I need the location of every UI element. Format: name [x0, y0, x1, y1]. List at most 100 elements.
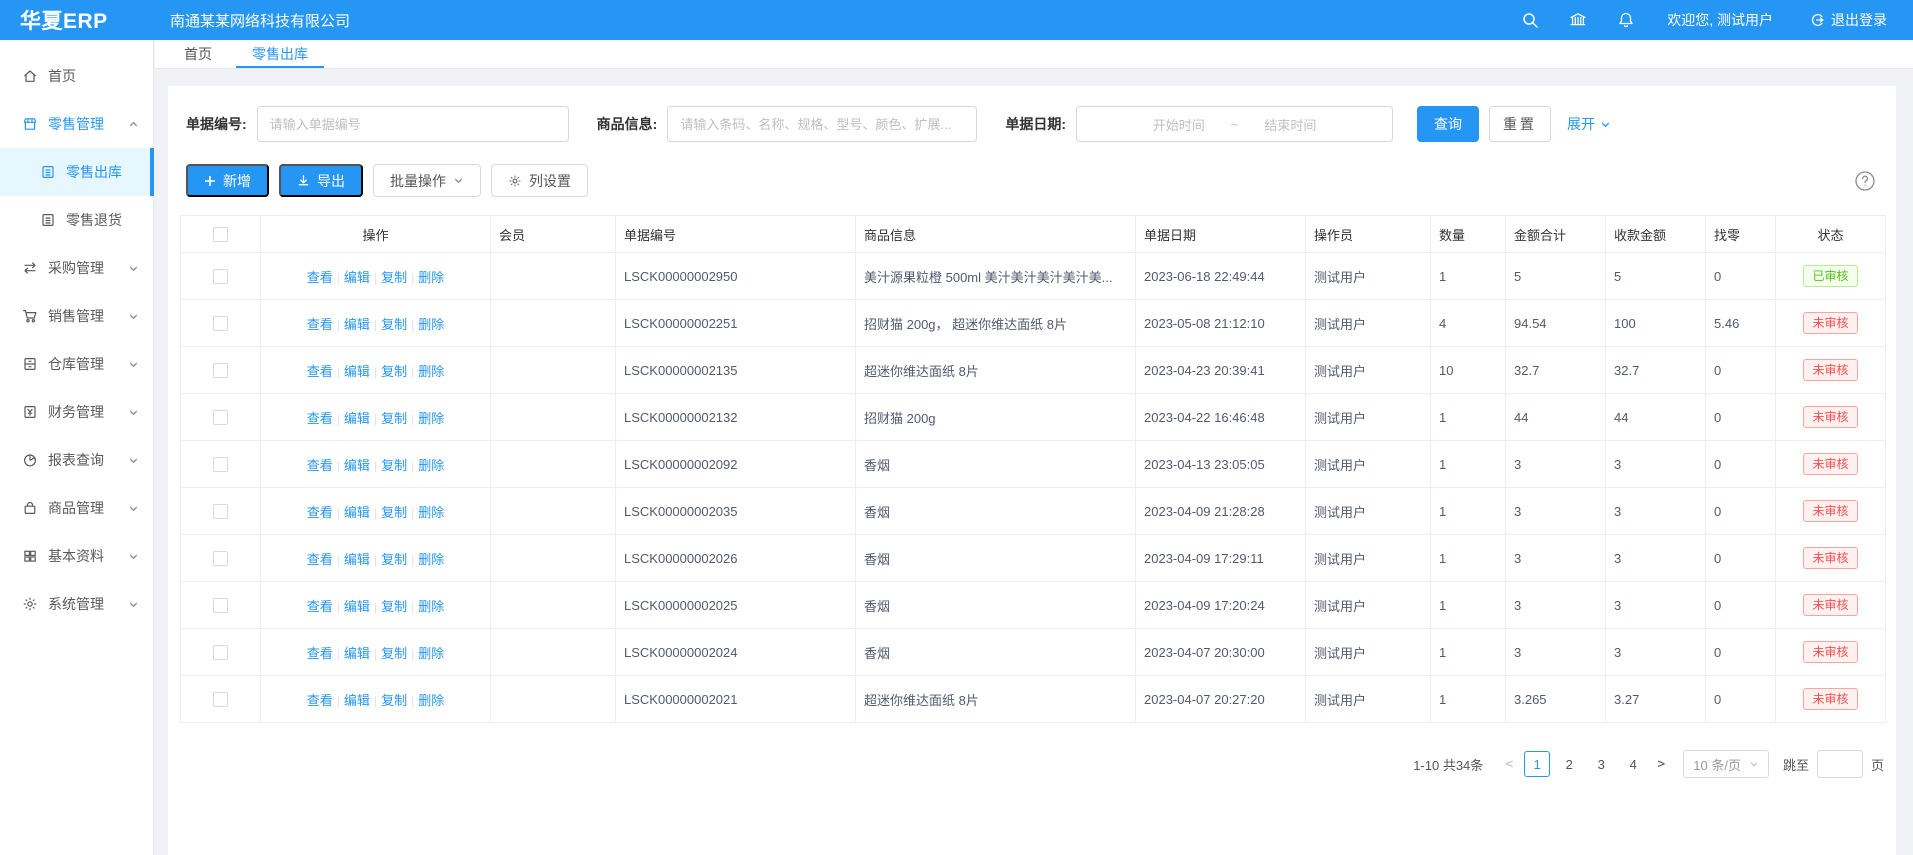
- copy-link[interactable]: 复制: [381, 270, 407, 285]
- bank-icon[interactable]: [1569, 11, 1587, 29]
- date-cell: 2023-04-09 17:20:24: [1136, 582, 1306, 629]
- page-button-2[interactable]: 2: [1556, 751, 1582, 777]
- copy-link[interactable]: 复制: [381, 505, 407, 520]
- copy-link[interactable]: 复制: [381, 552, 407, 567]
- view-link[interactable]: 查看: [307, 505, 333, 520]
- search-button[interactable]: 查询: [1417, 106, 1479, 142]
- edit-link[interactable]: 编辑: [344, 552, 370, 567]
- page-button-1[interactable]: 1: [1524, 751, 1550, 777]
- edit-link[interactable]: 编辑: [344, 599, 370, 614]
- delete-link[interactable]: 删除: [418, 646, 444, 661]
- logout-button[interactable]: 退出登录: [1809, 10, 1887, 30]
- export-button[interactable]: 导出: [279, 164, 363, 197]
- sidebar-item-label: 基本资料: [48, 546, 104, 566]
- edit-link[interactable]: 编辑: [344, 646, 370, 661]
- view-link[interactable]: 查看: [307, 411, 333, 426]
- page-button-4[interactable]: 4: [1620, 751, 1646, 777]
- sidebar-item-goods-management[interactable]: 商品管理: [0, 484, 153, 532]
- bell-icon[interactable]: [1617, 11, 1635, 29]
- order-no-input[interactable]: [257, 106, 569, 142]
- delete-link[interactable]: 删除: [418, 599, 444, 614]
- delete-link[interactable]: 删除: [418, 505, 444, 520]
- copy-link[interactable]: 复制: [381, 411, 407, 426]
- row-checkbox[interactable]: [213, 457, 228, 472]
- row-checkbox[interactable]: [213, 692, 228, 707]
- view-link[interactable]: 查看: [307, 317, 333, 332]
- tab-home[interactable]: 首页: [184, 40, 212, 68]
- sidebar-item-purchase-management[interactable]: 采购管理: [0, 244, 153, 292]
- row-checkbox[interactable]: [213, 551, 228, 566]
- sidebar-item-home[interactable]: 首页: [0, 52, 153, 100]
- row-checkbox[interactable]: [213, 410, 228, 425]
- view-link[interactable]: 查看: [307, 552, 333, 567]
- order-no-cell: LSCK00000002251: [616, 300, 856, 347]
- column-header: 操作员: [1306, 216, 1431, 253]
- delete-link[interactable]: 删除: [418, 317, 444, 332]
- operator-cell: 测试用户: [1306, 300, 1431, 347]
- operator-cell: 测试用户: [1306, 253, 1431, 300]
- export-label: 导出: [317, 171, 345, 191]
- delete-link[interactable]: 删除: [418, 693, 444, 708]
- copy-link[interactable]: 复制: [381, 646, 407, 661]
- page-size-select[interactable]: 10 条/页: [1683, 750, 1769, 778]
- product-cell: 香烟: [856, 535, 1136, 582]
- view-link[interactable]: 查看: [307, 458, 333, 473]
- delete-link[interactable]: 删除: [418, 411, 444, 426]
- reset-button[interactable]: 重置: [1489, 106, 1551, 142]
- copy-link[interactable]: 复制: [381, 458, 407, 473]
- edit-link[interactable]: 编辑: [344, 317, 370, 332]
- next-page-arrow[interactable]: >: [1649, 752, 1673, 776]
- help-icon[interactable]: [1854, 170, 1876, 192]
- copy-link[interactable]: 复制: [381, 317, 407, 332]
- batch-actions-button[interactable]: 批量操作: [373, 164, 481, 197]
- expand-link[interactable]: 展开: [1567, 114, 1611, 134]
- tab-retail-outbound[interactable]: 零售出库: [252, 40, 308, 68]
- row-checkbox[interactable]: [213, 269, 228, 284]
- order-no-cell: LSCK00000002135: [616, 347, 856, 394]
- copy-link[interactable]: 复制: [381, 599, 407, 614]
- prev-page-arrow[interactable]: <: [1497, 752, 1521, 776]
- delete-link[interactable]: 删除: [418, 552, 444, 567]
- view-link[interactable]: 查看: [307, 364, 333, 379]
- edit-link[interactable]: 编辑: [344, 458, 370, 473]
- delete-link[interactable]: 删除: [418, 364, 444, 379]
- edit-link[interactable]: 编辑: [344, 411, 370, 426]
- view-link[interactable]: 查看: [307, 270, 333, 285]
- edit-link[interactable]: 编辑: [344, 505, 370, 520]
- page-button-3[interactable]: 3: [1588, 751, 1614, 777]
- sidebar-item-system-management[interactable]: 系统管理: [0, 580, 153, 628]
- search-icon[interactable]: [1521, 11, 1539, 29]
- status-badge: 未审核: [1803, 641, 1857, 663]
- sidebar-item-retail-management[interactable]: 零售管理: [0, 100, 153, 148]
- row-checkbox[interactable]: [213, 598, 228, 613]
- select-all-checkbox[interactable]: [213, 227, 228, 242]
- edit-link[interactable]: 编辑: [344, 270, 370, 285]
- date-range-picker[interactable]: 开始时间 ~ 结束时间: [1076, 106, 1393, 142]
- view-link[interactable]: 查看: [307, 693, 333, 708]
- sidebar-item-retail-return[interactable]: 零售退货: [0, 196, 153, 244]
- sidebar-item-finance-management[interactable]: 财务管理: [0, 388, 153, 436]
- column-settings-button[interactable]: 列设置: [491, 164, 588, 197]
- edit-link[interactable]: 编辑: [344, 364, 370, 379]
- delete-link[interactable]: 删除: [418, 458, 444, 473]
- sidebar-item-retail-outbound[interactable]: 零售出库: [0, 148, 153, 196]
- add-button[interactable]: 新增: [186, 164, 269, 197]
- jump-to-input[interactable]: [1817, 750, 1863, 778]
- product-info-input[interactable]: [667, 106, 977, 142]
- edit-link[interactable]: 编辑: [344, 693, 370, 708]
- change-cell: 0: [1706, 535, 1776, 582]
- row-checkbox[interactable]: [213, 645, 228, 660]
- copy-link[interactable]: 复制: [381, 364, 407, 379]
- row-checkbox[interactable]: [213, 363, 228, 378]
- copy-link[interactable]: 复制: [381, 693, 407, 708]
- sidebar-item-warehouse-management[interactable]: 仓库管理: [0, 340, 153, 388]
- row-checkbox[interactable]: [213, 316, 228, 331]
- delete-link[interactable]: 删除: [418, 270, 444, 285]
- sidebar-item-basic-data[interactable]: 基本资料: [0, 532, 153, 580]
- view-link[interactable]: 查看: [307, 646, 333, 661]
- row-checkbox[interactable]: [213, 504, 228, 519]
- sidebar-item-report-query[interactable]: 报表查询: [0, 436, 153, 484]
- view-link[interactable]: 查看: [307, 599, 333, 614]
- sidebar-item-sales-management[interactable]: 销售管理: [0, 292, 153, 340]
- change-cell: 0: [1706, 582, 1776, 629]
